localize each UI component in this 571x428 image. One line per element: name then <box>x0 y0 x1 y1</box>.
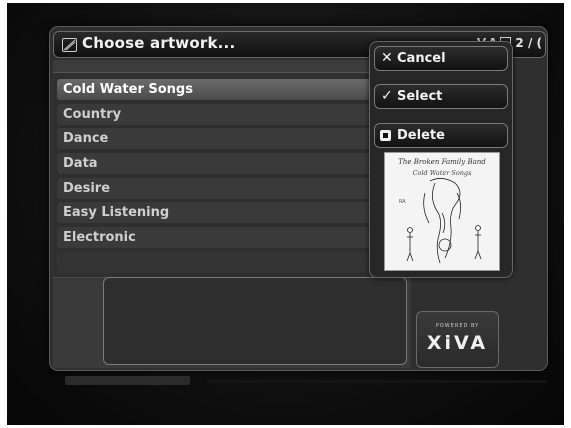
list-item[interactable]: Desire <box>57 177 409 199</box>
logo-name: XiVA <box>426 332 489 354</box>
artwork-icon <box>62 38 77 52</box>
list-item[interactable]: Electronic <box>57 227 409 249</box>
powered-by-xiva-logo: POWERED BY XiVA <box>416 311 499 368</box>
close-icon: ✕ <box>381 50 393 66</box>
delete-button[interactable]: Delete <box>374 123 508 148</box>
album-artwork-thumbnail[interactable]: The Broken Family Band Cold Water Songs … <box>384 152 500 271</box>
progress-strip <box>65 376 190 385</box>
artwork-album-name: Cold Water Songs <box>413 169 473 177</box>
select-button[interactable]: ✓ Select <box>374 84 508 109</box>
select-label: Select <box>397 89 443 104</box>
action-sidebar: ✕ Cancel ✓ Select Delete The Broken Fami… <box>369 41 513 278</box>
list-item[interactable]: Dance <box>57 128 409 150</box>
stop-square-icon <box>380 130 391 141</box>
checkmark-icon: ✓ <box>381 88 393 104</box>
bottom-divider <box>207 380 547 383</box>
list-item[interactable]: Cold Water Songs <box>57 79 409 100</box>
artwork-list: Cold Water Songs Country Dance Data Desi… <box>57 79 409 273</box>
page-count: 2 / ( <box>515 36 542 50</box>
cancel-label: Cancel <box>397 51 446 66</box>
list-item[interactable]: Data <box>57 153 409 175</box>
dialog-title: Choose artwork... <box>82 34 236 52</box>
info-panel <box>103 277 407 365</box>
svg-text:RA: RA <box>399 199 406 205</box>
list-item[interactable]: Country <box>57 103 409 125</box>
artwork-band-name: The Broken Family Band <box>398 158 486 166</box>
logo-tagline: POWERED BY <box>435 323 480 329</box>
media-center-screen: Choose artwork... V Λ 2 / ( Cold Water S… <box>7 3 564 425</box>
list-item[interactable]: Easy Listening <box>57 202 409 224</box>
cancel-button[interactable]: ✕ Cancel <box>374 46 508 71</box>
empty-list-row <box>57 251 409 273</box>
delete-label: Delete <box>397 128 445 143</box>
list-header-bar <box>53 60 409 73</box>
